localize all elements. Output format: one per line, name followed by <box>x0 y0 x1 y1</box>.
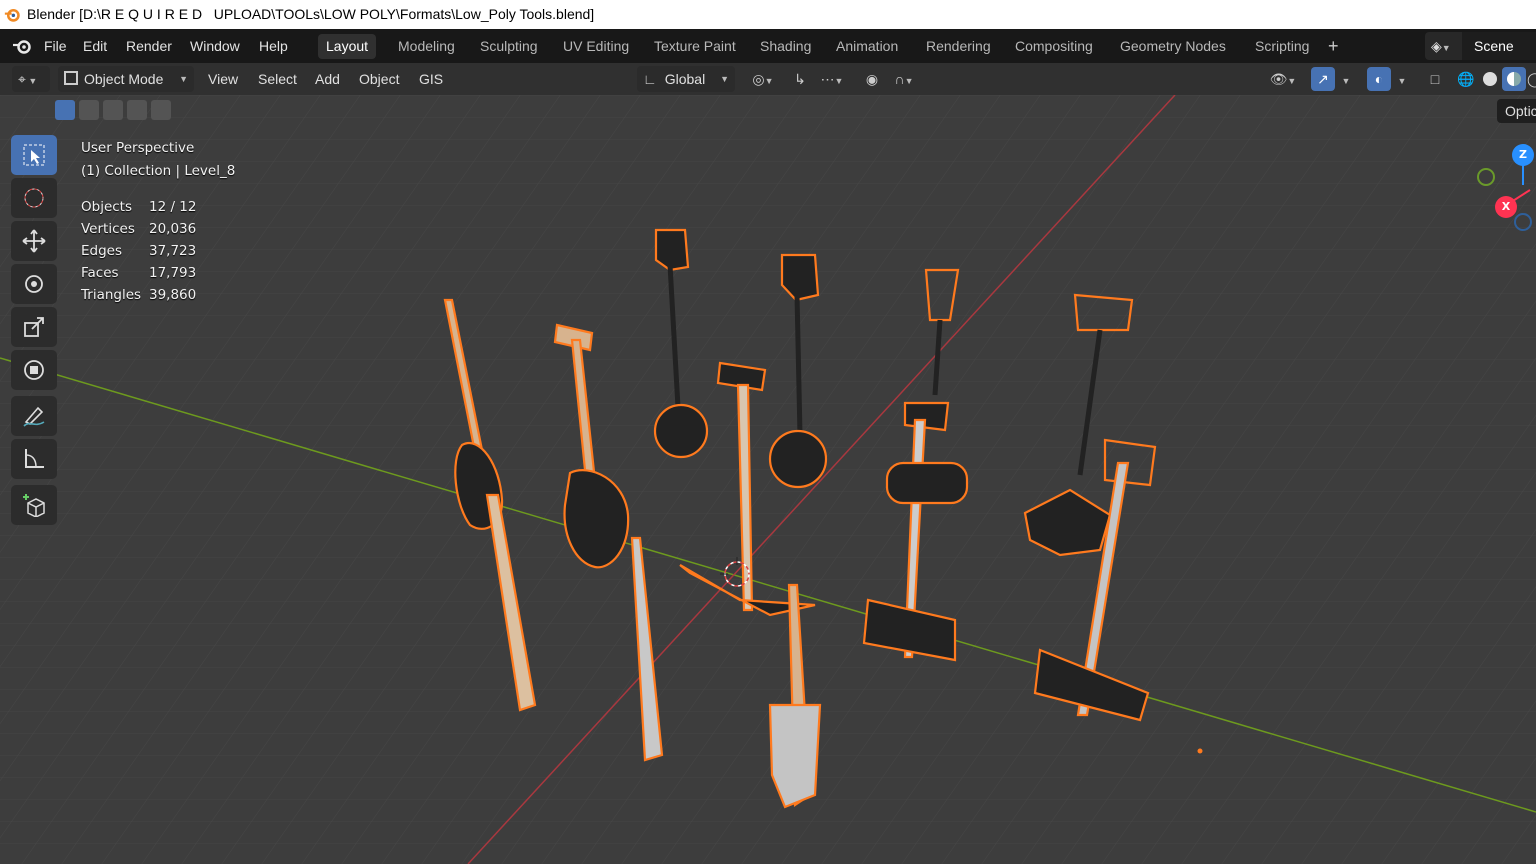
wireframe-shading-icon[interactable]: 🌐 <box>1454 67 1478 91</box>
mower-grip[interactable] <box>903 401 950 432</box>
blender-menu-icon[interactable] <box>12 37 32 55</box>
visibility-icon[interactable]: 👁▼ <box>1265 67 1301 91</box>
transform-tool[interactable] <box>11 350 57 390</box>
overlays-dropdown-icon[interactable]: ▼ <box>1392 67 1412 91</box>
3d-viewport[interactable]: User Perspective (1) Collection | Level_… <box>0 95 1536 864</box>
mower-wheels[interactable] <box>885 461 969 505</box>
flail-ball[interactable] <box>653 403 709 459</box>
tab-shading[interactable]: Shading <box>752 34 819 59</box>
gizmo-z-axis[interactable]: Z <box>1512 144 1534 166</box>
window-titlebar: Blender [D:\R E Q U I R E D UPLOAD\TOOLs… <box>0 0 1536 29</box>
move-icon <box>22 229 46 253</box>
editor-type-button[interactable]: ⌖ ▼ <box>12 66 50 92</box>
origin-point <box>1197 748 1203 754</box>
tab-animation[interactable]: Animation <box>828 34 906 59</box>
transform-icon <box>24 360 44 380</box>
viewport-info-overlay: User Perspective (1) Collection | Level_… <box>81 137 235 306</box>
tab-sculpting[interactable]: Sculpting <box>472 34 546 59</box>
blender-logo-icon <box>4 8 20 22</box>
menu-select[interactable]: Select <box>252 63 303 95</box>
transform-orientation-dropdown[interactable]: ∟ Global ▼ <box>637 66 735 92</box>
snap-toggle-icon[interactable]: ↳ <box>788 67 812 91</box>
tool-shelf <box>11 135 59 528</box>
snap-target-icon[interactable]: ⋯▼ <box>814 67 850 91</box>
menu-help[interactable]: Help <box>255 29 292 63</box>
scale-tool[interactable] <box>11 307 57 347</box>
stat-row: Objects 12 / 12 <box>81 199 197 215</box>
menu-window[interactable]: Window <box>186 29 244 63</box>
scene-statistics: Objects 12 / 12 Vertices 20,036 Edges 37,72… <box>81 196 235 306</box>
tab-rendering[interactable]: Rendering <box>918 34 999 59</box>
proportional-falloff-icon[interactable]: ∩▼ <box>886 67 922 91</box>
stat-row: Edges 37,723 <box>81 243 197 259</box>
tab-geometry-nodes[interactable]: Geometry Nodes <box>1112 34 1234 59</box>
gizmo-toggle-icon[interactable]: ↗ <box>1311 67 1335 91</box>
object-mode-icon <box>64 71 78 85</box>
overlays-toggle-icon[interactable]: ◐ <box>1367 67 1391 91</box>
selection-mode-group <box>55 100 175 122</box>
viewport-header: ⌖ ▼ Object Mode ▼ View Select Add Object … <box>0 63 1536 95</box>
gizmo-neg-y-axis[interactable] <box>1477 168 1495 186</box>
pivot-point-icon[interactable]: ◎▼ <box>746 67 780 91</box>
orientation-icon: ∟ <box>643 71 657 87</box>
menu-object[interactable]: Object <box>353 63 405 95</box>
menu-gis[interactable]: GIS <box>413 63 449 95</box>
editor-type-icon: ⌖ <box>18 71 26 87</box>
material-preview-icon[interactable] <box>1502 67 1526 91</box>
cursor-tool[interactable] <box>11 178 57 218</box>
measure-icon <box>25 449 44 468</box>
mode-dropdown[interactable]: Object Mode ▼ <box>58 66 194 92</box>
flail-handle-top[interactable] <box>654 228 690 272</box>
annotate-icon <box>23 406 45 427</box>
select-box-icon <box>23 144 45 166</box>
mode-label: Object Mode <box>84 71 164 87</box>
xray-toggle-icon[interactable]: □ <box>1423 67 1447 91</box>
menu-file[interactable]: File <box>40 29 71 63</box>
annotate-tool[interactable] <box>11 396 57 436</box>
add-cube-icon <box>23 494 45 517</box>
scale-icon <box>24 317 44 337</box>
measure-tool[interactable] <box>11 439 57 479</box>
tab-layout[interactable]: Layout <box>318 34 377 59</box>
rotate-tool[interactable] <box>11 264 57 304</box>
tab-modeling[interactable]: Modeling <box>390 34 463 59</box>
orientation-label: Global <box>664 71 706 87</box>
select-intersect-icon[interactable] <box>151 100 171 120</box>
gizmo-x-axis[interactable]: X <box>1495 196 1517 218</box>
tab-uv-editing[interactable]: UV Editing <box>555 34 637 59</box>
stat-row: Faces 17,793 <box>81 265 197 281</box>
tab-compositing[interactable]: Compositing <box>1007 34 1101 59</box>
rendered-shading-icon[interactable]: ◯ <box>1527 67 1536 91</box>
select-new-icon[interactable] <box>55 100 75 120</box>
tab-scripting[interactable]: Scripting <box>1247 34 1317 59</box>
perspective-label: User Perspective <box>81 140 195 156</box>
menu-edit[interactable]: Edit <box>79 29 111 63</box>
top-menu-bar: File Edit Render Window Help Layout Mode… <box>0 29 1536 63</box>
select-box-tool[interactable] <box>11 135 57 175</box>
move-tool[interactable] <box>11 221 57 261</box>
solid-shading-icon[interactable] <box>1478 67 1502 91</box>
menu-add[interactable]: Add <box>309 63 346 95</box>
rotate-icon <box>25 275 43 293</box>
tab-texture-paint[interactable]: Texture Paint <box>646 34 744 59</box>
collection-label: (1) Collection | Level_8 <box>81 163 236 179</box>
scene-icon: ◈▼ <box>1431 38 1451 54</box>
add-cube-tool[interactable] <box>11 485 57 525</box>
add-workspace-plus-icon[interactable]: + <box>1320 34 1347 59</box>
gizmo-neg-z-axis[interactable] <box>1514 213 1532 231</box>
menu-render[interactable]: Render <box>122 29 176 63</box>
select-invert-icon[interactable] <box>127 100 147 120</box>
select-extend-icon[interactable] <box>79 100 99 120</box>
spiked-ball[interactable] <box>768 429 828 489</box>
menu-view[interactable]: View <box>202 63 244 95</box>
stat-row: Triangles 39,860 <box>81 287 197 303</box>
gizmo-dropdown-icon[interactable]: ▼ <box>1336 67 1356 91</box>
scene-name-field[interactable]: Scene <box>1462 32 1536 60</box>
options-tab[interactable]: Optic <box>1497 99 1536 123</box>
select-subtract-icon[interactable] <box>103 100 123 120</box>
window-title: Blender [D:\R E Q U I R E D UPLOAD\TOOLs… <box>27 6 595 22</box>
cursor-icon <box>24 188 44 208</box>
proportional-edit-icon[interactable]: ◉ <box>860 67 884 91</box>
stat-row: Vertices 20,036 <box>81 221 197 237</box>
